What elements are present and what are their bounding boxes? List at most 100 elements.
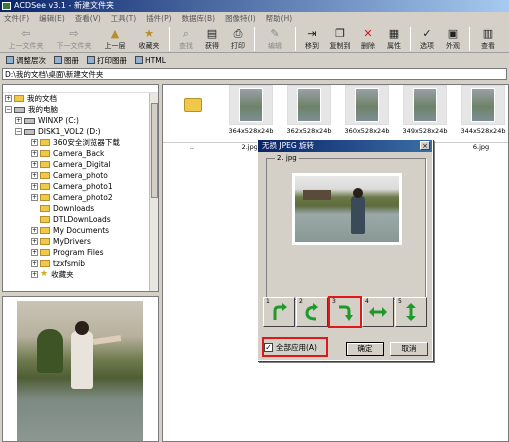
menu-tools[interactable]: 工具(T) [111,12,136,25]
menu-image[interactable]: 图像特(I) [225,12,256,25]
thumbnail-photo [297,88,321,122]
tree-item[interactable]: + My Documents [3,225,158,236]
thumbnail-image [287,85,331,125]
level-up-button[interactable]: ▲ 上一层 [98,25,132,53]
expand-icon[interactable]: + [5,95,12,102]
thumbnail-image [461,85,505,125]
menu-help[interactable]: 帮助(H) [266,12,293,25]
expand-icon[interactable]: + [31,194,38,201]
delete-button[interactable]: ✕ 删除 [355,25,381,53]
tree-item[interactable]: − 我的电脑 [3,104,158,115]
view-icon: ▥ [482,27,494,40]
expand-icon[interactable]: + [31,183,38,190]
tree-item[interactable]: + Camera_photo1 [3,181,158,192]
html-button[interactable]: HTML [135,56,166,65]
apply-all-checkbox[interactable]: ✓ 全部应用(A) [262,337,328,357]
flip-vertical-button[interactable]: 5 [395,297,427,327]
appearance-button[interactable]: ▣ 外观 [440,25,466,53]
expand-icon[interactable]: + [31,271,38,278]
flip-horizontal-button[interactable]: 4 [362,297,394,327]
menu-database[interactable]: 数据库(B) [182,12,216,25]
tree-item[interactable]: + WINXP (C:) [3,115,158,126]
menu-bar: 文件(F) 编辑(E) 查看(V) 工具(T) 插件(P) 数据库(B) 图像特… [0,12,509,25]
close-button[interactable]: × [420,141,430,150]
appearance-icon: ▣ [447,27,459,40]
rotate-right-arrow-icon [339,305,353,321]
menu-view[interactable]: 查看(V) [75,12,101,25]
expand-icon[interactable]: + [31,249,38,256]
acdsee-window: ACDSee v3.1 - 新建文件夹 文件(F) 编辑(E) 查看(V) 工具… [0,0,509,442]
tree-item[interactable]: DTLDownLoads [3,214,158,225]
edit-button[interactable]: ✎ 编辑 [258,25,292,53]
expand-icon[interactable]: + [31,227,38,234]
expand-icon[interactable]: + [15,117,22,124]
thumbnail-item[interactable]: 349x528x24b [399,85,451,141]
thumbnail-item[interactable]: 364x528x24b [225,85,277,141]
move-button[interactable]: ⇥ 移到 [299,25,325,53]
rotate-left-button[interactable]: 1 [263,297,295,327]
tree-item[interactable]: + Program Files [3,247,158,258]
tree-item[interactable]: + ★ 收藏夹 [3,269,158,280]
tree-item[interactable]: + tzxfsmib [3,258,158,269]
thumbnail-item[interactable]: 362x528x24b [283,85,335,141]
options-icon: ✓ [422,27,432,40]
tree-item[interactable]: Downloads [3,203,158,214]
options-button[interactable]: ✓ 选项 [414,25,440,53]
rotate-button-group: 1 2 3 4 5 [263,296,429,328]
view-button[interactable]: ▥ 查看 [473,25,503,53]
collapse-icon[interactable]: − [15,128,22,135]
photo-hut [303,190,331,200]
expand-icon[interactable]: + [31,238,38,245]
thumbnail-photo [355,88,379,122]
tree-item[interactable]: + Camera_photo [3,170,158,181]
scrollbar-thumb[interactable] [151,103,158,198]
tree-header [3,85,158,93]
tree-item[interactable]: + Camera_Digital [3,159,158,170]
properties-button[interactable]: ▦ 属性 [381,25,407,53]
adjust-levels-button[interactable]: 调整层次 [6,55,46,66]
thumbnail-parent-folder[interactable] [167,85,219,141]
cancel-button[interactable]: 取消 [390,342,428,356]
menu-file[interactable]: 文件(F) [4,12,29,25]
checkbox-box[interactable]: ✓ [264,342,273,352]
expand-icon[interactable]: + [31,139,38,146]
find-button[interactable]: ⌕ 查找 [173,25,199,53]
thumbnail-item[interactable]: 344x528x24b [457,85,508,141]
file-name-label: 2. jpg [275,154,299,162]
menu-edit[interactable]: 编辑(E) [39,12,65,25]
next-folder-button[interactable]: ⇨ 下一文件夹 [50,25,98,53]
address-bar[interactable]: D:\我的文档\桌面\新建文件夹 [2,68,507,80]
folder-icon [40,194,50,201]
thumbnail-image [403,85,447,125]
rotate-left-arrow-icon [273,303,287,320]
photo-person-arm [92,335,122,345]
file-name[interactable]: .. [163,143,221,152]
tree-item[interactable]: + Camera_photo2 [3,192,158,203]
favorites-button[interactable]: ★ 收藏夹 [132,25,166,53]
tree-item[interactable]: + 我的文档 [3,93,158,104]
copy-button[interactable]: ❐ 复制到 [325,25,355,53]
up-folder-button[interactable]: ⇦ 上一文件夹 [2,25,50,53]
thumbnail-item[interactable]: 360x528x24b [341,85,393,141]
collapse-icon[interactable]: − [5,106,12,113]
folder-icon [184,98,202,112]
tree-item[interactable]: − DISK1_VOL2 (D:) [3,126,158,137]
print-button[interactable]: ⎙ 打印 [225,25,251,53]
tree-item[interactable]: + Camera_Back [3,148,158,159]
expand-icon[interactable]: + [31,161,38,168]
print-album-button[interactable]: 打印图册 [87,55,127,66]
delete-icon: ✕ [363,27,373,40]
menu-plugins[interactable]: 插件(P) [146,12,171,25]
expand-icon[interactable]: + [31,260,38,267]
rotate-180-button[interactable]: 2 [296,297,328,327]
tree-item[interactable]: + MyDrivers [3,236,158,247]
acquire-button[interactable]: ▤ 获得 [199,25,225,53]
tree-item[interactable]: +360安全浏览器下载 [3,137,158,148]
expand-icon[interactable]: + [31,172,38,179]
expand-icon[interactable]: + [31,150,38,157]
ok-button[interactable]: 确定 [346,342,384,356]
rotate-right-button[interactable]: 3 [328,296,362,328]
album-button[interactable]: 图册 [54,55,79,66]
file-name[interactable]: 6.jpg [452,143,508,152]
tree-scrollbar[interactable] [149,93,158,291]
